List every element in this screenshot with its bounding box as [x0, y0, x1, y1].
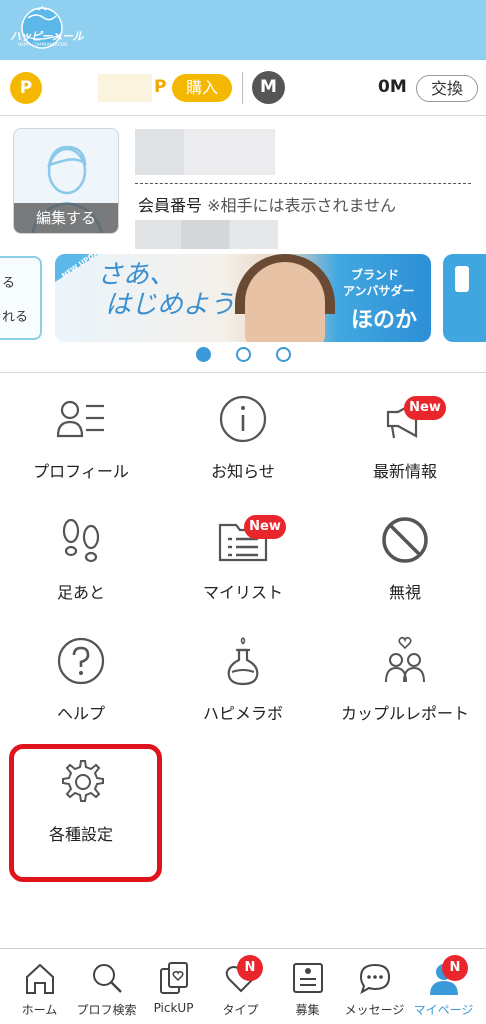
menu-label: 足あと	[56, 583, 105, 602]
section-divider	[0, 372, 486, 373]
menu-label: 最新情報	[372, 462, 437, 481]
point-unit: P	[154, 77, 167, 97]
point-balance-masked	[98, 74, 152, 102]
buy-points-button[interactable]: 購入	[172, 74, 232, 102]
banner-next[interactable]	[443, 254, 486, 342]
banner-ambassador[interactable]: NEW UPDATE さあ、 はじめよう ブランド アンバサダー ほのか	[55, 254, 431, 342]
pager-dot-3[interactable]	[276, 347, 291, 362]
banner-prev[interactable]: る れる	[0, 256, 42, 340]
nav-pickup[interactable]: PickUP	[140, 949, 207, 1024]
avatar[interactable]: 編集する	[13, 128, 119, 234]
menu-item-couple-report[interactable]: カップルレポート	[324, 636, 486, 756]
member-number-note: ※相手には表示されません	[207, 196, 397, 215]
menu-label: ハピメラボ	[202, 704, 283, 723]
menu-label: ヘルプ	[56, 704, 105, 723]
mileage-badge: M	[252, 71, 285, 104]
banner-pager	[196, 347, 296, 363]
nav-label: プロフ検索	[76, 1003, 137, 1017]
chat-bubble-icon	[359, 963, 391, 995]
nav-label: タイプ	[222, 1003, 259, 1017]
banner-prev-text-2: れる	[2, 310, 29, 325]
mileage-value: 0M	[378, 77, 407, 97]
menu-item-help[interactable]: ヘルプ	[0, 636, 162, 756]
happymail-logo[interactable]: ハッピーメール HAPPY COMMUNICATION	[8, 6, 84, 52]
exchange-button[interactable]: 交換	[416, 75, 478, 102]
member-number-label: 会員番号 ※相手には表示されません	[138, 192, 396, 216]
divider	[242, 72, 243, 104]
menu-label: マイリスト	[202, 583, 283, 602]
nav-label: 募集	[295, 1003, 320, 1017]
nav-label: ホーム	[21, 1003, 58, 1017]
menu-item-mylist[interactable]: New マイリスト	[162, 515, 324, 635]
banner-headline-1: さあ、	[97, 260, 176, 290]
bottom-nav: ホーム プロフ検索 PickUP N タイプ 募集 メッセージ N マイページ	[0, 948, 486, 1024]
flask-icon	[227, 637, 259, 686]
pickup-cards-icon	[160, 962, 188, 994]
member-number-masked	[135, 220, 278, 249]
settings-highlight-box	[9, 744, 162, 882]
menu-label: プロフィール	[33, 462, 129, 481]
info-icon	[219, 395, 267, 443]
menu-label: お知らせ	[211, 462, 275, 481]
banner-brand-label: ブランド	[351, 268, 400, 282]
nav-mypage[interactable]: N マイページ	[410, 949, 477, 1024]
nav-label: PickUP	[153, 1001, 194, 1015]
menu-item-footprints[interactable]: 足あと	[0, 515, 162, 635]
nav-label: マイページ	[413, 1003, 474, 1017]
profile-list-icon	[56, 400, 104, 438]
banner-product-image	[455, 266, 469, 292]
menu-item-ignore[interactable]: 無視	[324, 515, 486, 635]
nav-type[interactable]: N タイプ	[207, 949, 274, 1024]
search-icon	[93, 964, 122, 993]
nav-board[interactable]: 募集	[274, 949, 341, 1024]
home-icon	[26, 963, 54, 994]
dotted-divider	[135, 183, 471, 184]
nav-home[interactable]: ホーム	[6, 949, 73, 1024]
help-icon	[57, 637, 105, 685]
new-badge: New	[404, 396, 446, 420]
menu-item-news[interactable]: お知らせ	[162, 394, 324, 514]
point-bar: P P 購入 M 0M 交換	[0, 60, 486, 116]
banner-ambassador-name: ほのか	[351, 308, 418, 333]
footprints-icon	[62, 518, 100, 563]
banner-headline-2: はじめよう	[105, 290, 236, 320]
new-badge: New	[244, 515, 286, 539]
menu-label: カップルレポート	[340, 704, 469, 723]
banner-prev-text-1: る	[2, 276, 16, 291]
nav-badge: N	[442, 955, 468, 981]
app-header: ハッピーメール HAPPY COMMUNICATION	[0, 0, 486, 60]
menu-item-happylab[interactable]: ハピメラボ	[162, 636, 324, 756]
block-icon	[382, 517, 428, 563]
edit-profile-label[interactable]: 編集する	[14, 203, 118, 233]
banner-photo	[245, 262, 325, 342]
point-badge: P	[10, 72, 42, 104]
logo-subtext: HAPPY COMMUNICATION	[18, 42, 68, 47]
menu-label: 無視	[388, 583, 421, 602]
couple-icon	[385, 636, 425, 683]
username-masked	[135, 129, 275, 175]
board-icon	[293, 963, 323, 993]
nav-message[interactable]: メッセージ	[341, 949, 408, 1024]
member-number-title: 会員番号	[138, 196, 203, 215]
banner-ambassador-label: アンバサダー	[343, 284, 415, 298]
nav-badge: N	[237, 955, 263, 981]
nav-label: メッセージ	[344, 1003, 405, 1017]
pager-dot-1[interactable]	[196, 347, 211, 362]
pager-dot-2[interactable]	[236, 347, 251, 362]
menu-item-profile[interactable]: プロフィール	[0, 394, 162, 514]
menu-item-latest[interactable]: New 最新情報	[324, 394, 486, 514]
nav-profile-search[interactable]: プロフ検索	[73, 949, 140, 1024]
banner-headline: さあ、 はじめよう	[97, 260, 235, 320]
